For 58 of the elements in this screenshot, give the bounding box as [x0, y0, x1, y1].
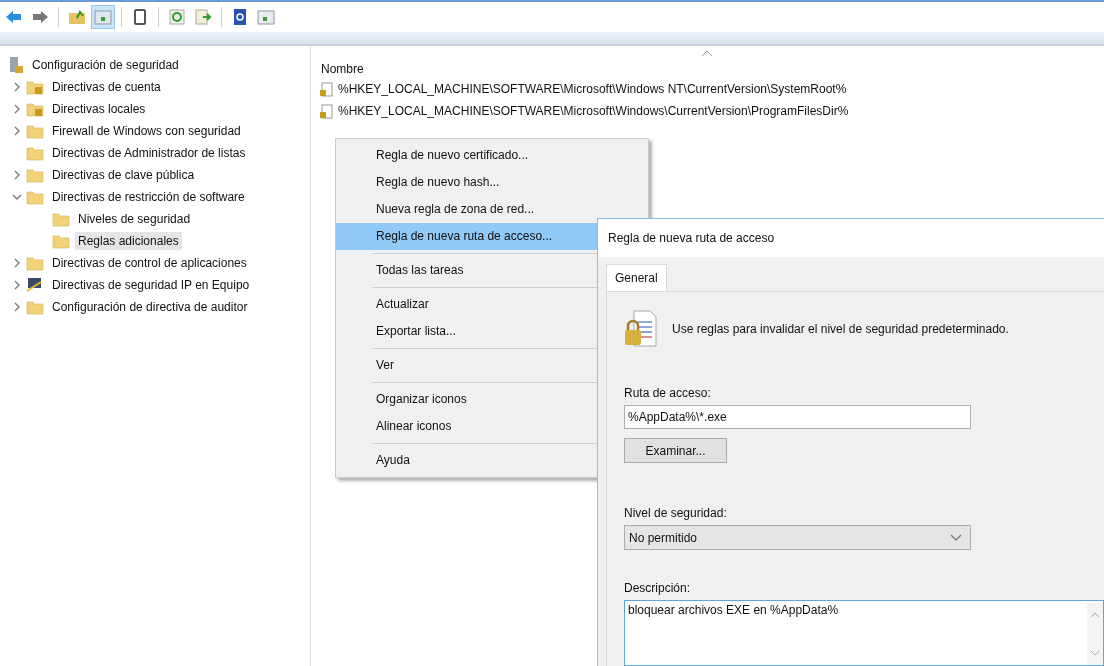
- menu-item[interactable]: Regla de nuevo certificado...: [336, 142, 648, 169]
- list-item[interactable]: %HKEY_LOCAL_MACHINE\SOFTWARE\Microsoft\Windows\CurrentVersion\ProgramFilesDir%: [338, 104, 849, 118]
- help-icon: [231, 8, 249, 26]
- chevron-right-icon[interactable]: [12, 104, 22, 114]
- folder-icon: [26, 255, 44, 271]
- refresh-icon: [168, 8, 186, 26]
- server-lock-icon: [8, 56, 24, 74]
- list-item[interactable]: %HKEY_LOCAL_MACHINE\SOFTWARE\Microsoft\Windows NT\CurrentVersion\SystemRoot%: [338, 82, 847, 96]
- tree-item[interactable]: Directivas de seguridad IP en Equipo: [49, 276, 253, 294]
- description-textarea[interactable]: bloquear archivos EXE en %AppData%: [624, 600, 1104, 666]
- folder-icon: [26, 145, 44, 161]
- tree-item[interactable]: Niveles de seguridad: [75, 210, 194, 228]
- field-label: Nivel de seguridad:: [624, 506, 727, 520]
- locked-folder-icon: [26, 79, 44, 95]
- chevron-right-icon[interactable]: [12, 82, 22, 92]
- chevron-down-icon[interactable]: [12, 192, 22, 202]
- folder-icon: [26, 189, 44, 205]
- tree-pane-icon: [94, 8, 112, 26]
- browse-button[interactable]: Examinar...: [624, 438, 727, 463]
- tab[interactable]: General: [606, 264, 667, 291]
- tree-item[interactable]: Firewall de Windows con seguridad: [49, 122, 244, 140]
- folder-icon: [26, 167, 44, 183]
- folder-icon: [26, 299, 44, 315]
- menu-item[interactable]: Nueva regla de zona de red...: [336, 196, 648, 223]
- level-dropdown[interactable]: No permitido: [624, 525, 971, 550]
- locked-folder-icon: [26, 101, 44, 117]
- locked-document-icon: [624, 310, 658, 348]
- info-text: Use reglas para invalidar el nivel de seguridad predeterminado.: [672, 322, 1009, 336]
- folder-icon: [52, 211, 70, 227]
- tree-item[interactable]: Directivas de clave pública: [49, 166, 198, 184]
- forward-icon: [31, 8, 49, 26]
- chevron-right-icon[interactable]: [12, 280, 22, 290]
- tree-item[interactable]: Directivas de control de aplicaciones: [49, 254, 250, 272]
- path-input[interactable]: %AppData%\*.exe: [624, 405, 971, 429]
- tree-item[interactable]: Directivas locales: [49, 100, 149, 118]
- chevron-right-icon[interactable]: [12, 302, 22, 312]
- field-label: Descripción:: [624, 581, 691, 595]
- tree-item[interactable]: Directivas de restricción de software: [49, 188, 248, 206]
- chevron-right-icon[interactable]: [12, 170, 22, 180]
- computer-icon: [26, 277, 44, 293]
- tree-item[interactable]: Configuración de seguridad: [29, 56, 182, 74]
- tree-item[interactable]: Directivas de cuenta: [49, 78, 164, 96]
- chevron-right-icon[interactable]: [12, 126, 22, 136]
- back-icon: [5, 8, 23, 26]
- export-icon: [194, 8, 212, 26]
- panel-icon: [257, 8, 275, 26]
- tree-item[interactable]: Reglas adicionales: [75, 232, 182, 250]
- field-label: Ruta de acceso:: [624, 386, 711, 400]
- folder-up-icon: [68, 8, 86, 26]
- folder-icon: [52, 233, 70, 249]
- clipboard-icon: [131, 8, 149, 26]
- chevron-right-icon[interactable]: [12, 258, 22, 268]
- menu-item[interactable]: Regla de nuevo hash...: [336, 169, 648, 196]
- tree-item[interactable]: Configuración de directiva de auditor: [49, 298, 251, 316]
- column-header[interactable]: Nombre: [321, 62, 364, 76]
- tree-item[interactable]: Directivas de Administrador de listas: [49, 144, 249, 162]
- chevron-down-icon: [950, 533, 962, 542]
- folder-icon: [26, 123, 44, 139]
